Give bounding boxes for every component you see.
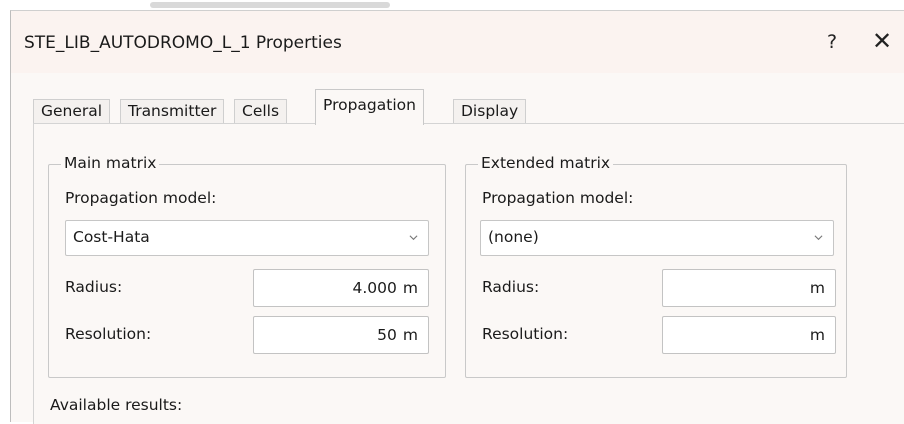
- title-bar[interactable]: STE_LIB_AUTODROMO_L_1 Properties ? ✕: [11, 11, 904, 73]
- main-propagation-model-value: Cost-Hata: [73, 228, 150, 246]
- propagation-tab-panel: Main matrix Propagation model: Cost-Hata…: [33, 123, 904, 424]
- close-button[interactable]: ✕: [866, 25, 898, 57]
- extended-matrix-group: Extended matrix Propagation model: (none…: [465, 154, 847, 378]
- main-radius-label: Radius:: [65, 278, 123, 296]
- available-results-label: Available results:: [50, 396, 183, 414]
- main-matrix-title: Main matrix: [61, 154, 160, 172]
- extended-resolution-label: Resolution:: [482, 325, 569, 343]
- background-strip: [0, 0, 904, 10]
- main-resolution-label: Resolution:: [65, 325, 152, 343]
- extended-resolution-unit: m: [809, 326, 825, 344]
- extended-radius-field[interactable]: m: [662, 269, 836, 307]
- extended-matrix-title: Extended matrix: [478, 154, 614, 172]
- chevron-down-icon: [814, 235, 823, 241]
- extended-radius-label: Radius:: [482, 278, 540, 296]
- tab-strip: General Transmitter Cells Propagation Di…: [33, 89, 904, 125]
- tab-propagation[interactable]: Propagation: [315, 89, 424, 125]
- main-radius-field[interactable]: 4.000 m: [253, 269, 429, 307]
- properties-dialog: STE_LIB_AUTODROMO_L_1 Properties ? ✕ Gen…: [10, 10, 904, 424]
- main-resolution-value: 50: [377, 326, 397, 344]
- extended-propagation-model-value: (none): [488, 228, 539, 246]
- extended-resolution-field[interactable]: m: [662, 316, 836, 354]
- main-matrix-group: Main matrix Propagation model: Cost-Hata…: [48, 154, 446, 378]
- tab-general[interactable]: General: [33, 99, 111, 124]
- extended-radius-unit: m: [809, 279, 825, 297]
- background-bar: [150, 2, 390, 8]
- dialog-title: STE_LIB_AUTODROMO_L_1 Properties: [24, 33, 342, 53]
- tab-display[interactable]: Display: [453, 99, 527, 124]
- extended-propagation-model-select[interactable]: (none): [480, 220, 834, 256]
- main-propagation-model-select[interactable]: Cost-Hata: [65, 220, 429, 256]
- tab-cells[interactable]: Cells: [234, 99, 288, 124]
- tab-transmitter[interactable]: Transmitter: [120, 99, 225, 124]
- chevron-down-icon: [409, 235, 418, 241]
- main-resolution-field[interactable]: 50 m: [253, 316, 429, 354]
- extended-propagation-model-label: Propagation model:: [482, 189, 634, 207]
- main-radius-unit: m: [402, 279, 418, 297]
- help-button[interactable]: ?: [817, 27, 847, 57]
- main-propagation-model-label: Propagation model:: [65, 189, 217, 207]
- main-radius-value: 4.000: [352, 279, 397, 297]
- main-resolution-unit: m: [402, 326, 418, 344]
